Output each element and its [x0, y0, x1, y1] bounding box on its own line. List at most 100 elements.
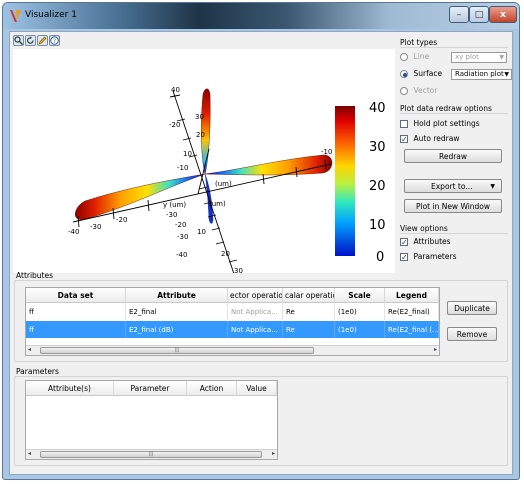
scroll-left-icon[interactable]: ◂ [28, 346, 31, 353]
surface-radio-row[interactable]: Surface [400, 69, 442, 78]
column-header[interactable]: Data set [26, 288, 126, 303]
colorbar-tick: 30 [369, 140, 386, 155]
table-cell: ff [26, 321, 126, 338]
auto-redraw-row[interactable]: ✓ Auto redraw [400, 134, 459, 143]
tick-label: 10 [183, 150, 192, 158]
view-attributes-label: Attributes [413, 237, 451, 246]
rotate-icon [27, 36, 34, 44]
line-type-value: xy plot [455, 53, 479, 61]
auto-redraw-checkbox[interactable]: ✓ [400, 134, 408, 143]
tick-label: -10 [177, 164, 188, 172]
tick-label: -20 [175, 221, 186, 229]
line-radio-label: Line [413, 52, 430, 61]
colorbar-tick: 20 [369, 179, 386, 194]
surface-radio[interactable] [400, 69, 408, 78]
export-button-label: Export to... [431, 181, 473, 191]
table-row[interactable]: ff E2_final Not Applica... Re (1e0) Re(E… [26, 303, 439, 320]
tick-label: -40 [68, 228, 79, 236]
column-header[interactable]: Attribute [126, 288, 228, 303]
remove-button-label: Remove [456, 329, 488, 339]
column-header[interactable]: Value [237, 381, 277, 396]
column-header[interactable]: Action [187, 381, 237, 396]
column-header[interactable]: Parameter [114, 381, 187, 396]
column-header[interactable]: Legend [385, 288, 439, 303]
close-button[interactable]: x [489, 6, 517, 23]
hold-settings-checkbox[interactable] [400, 119, 408, 128]
scroll-right-icon[interactable]: ▸ [434, 346, 437, 353]
line-radio-row[interactable]: Line [400, 52, 429, 61]
divider [400, 47, 508, 48]
scroll-left-icon[interactable]: ◂ [28, 450, 31, 457]
parameters-table[interactable]: Attribute(s) Parameter Action Value ◂ ||… [25, 380, 278, 460]
hold-settings-row[interactable]: Hold plot settings [400, 119, 480, 128]
plot-toolbar: ? [13, 35, 60, 46]
redraw-button[interactable]: Redraw [404, 149, 502, 163]
help-tool-button[interactable]: ? [49, 35, 60, 46]
client-area: ? 40 30 20 10 -10 -20 -30 -40 -20 -30 -4… [9, 31, 513, 475]
plot-types-heading: Plot types [400, 38, 438, 47]
tick-label: 20 [196, 131, 205, 139]
parameters-heading: Parameters [16, 367, 59, 376]
view-options-heading: View options [400, 224, 448, 233]
close-icon: x [500, 9, 506, 20]
export-button[interactable]: Export to... ▼ [404, 179, 502, 193]
pencil-icon [38, 36, 47, 45]
column-header[interactable]: ector operatio [228, 288, 283, 303]
column-header[interactable]: Attribute(s) [26, 381, 114, 396]
surface-type-value: Radiation plot [455, 70, 504, 78]
scroll-thumb[interactable]: ||| [40, 347, 314, 354]
auto-redraw-label: Auto redraw [413, 134, 460, 143]
view-parameters-checkbox[interactable]: ✓ [400, 252, 408, 261]
view-attributes-checkbox[interactable]: ✓ [400, 237, 408, 246]
duplicate-button[interactable]: Duplicate [447, 301, 497, 315]
attributes-table[interactable]: Data set Attribute ector operatio calar … [25, 287, 440, 356]
redraw-button-label: Redraw [438, 151, 468, 161]
help-icon: ? [50, 36, 59, 45]
tick-label: -30 [90, 223, 101, 231]
minimize-button[interactable]: – [449, 6, 469, 23]
table-cell: Not Applica... [228, 321, 283, 338]
vector-radio-row[interactable]: Vector [400, 86, 437, 95]
tick-label: 10 [197, 228, 206, 236]
chevron-down-icon: ▼ [504, 71, 509, 78]
scroll-right-icon[interactable]: ▸ [272, 450, 275, 457]
edit-tool-button[interactable] [37, 35, 48, 46]
magnifier-icon [14, 36, 23, 45]
axis-label-y: y (um) [163, 201, 186, 209]
scroll-thumb[interactable]: ||| [40, 451, 262, 458]
vector-radio[interactable] [400, 86, 408, 95]
table-cell: Re [283, 303, 335, 320]
table-cell: E2_final [126, 303, 228, 320]
tick-label: -30 [166, 211, 177, 219]
rotate-tool-button[interactable] [25, 35, 36, 46]
view-parameters-row[interactable]: ✓ Parameters [400, 252, 456, 261]
column-header[interactable]: calar operatio [283, 288, 335, 303]
divider [400, 233, 508, 234]
plot-new-window-label: Plot in New Window [415, 201, 491, 211]
tick-label: 40 [171, 86, 180, 94]
attributes-table-header: Data set Attribute ector operatio calar … [26, 288, 439, 303]
minimize-icon: – [456, 9, 462, 20]
view-parameters-label: Parameters [413, 252, 457, 261]
color-scale-bar [335, 106, 355, 256]
view-attributes-row[interactable]: ✓ Attributes [400, 237, 451, 246]
line-type-combo[interactable]: xy plot ▼ [451, 52, 507, 63]
column-header[interactable]: Scale [335, 288, 385, 303]
plot-canvas[interactable]: 40 30 20 10 -10 -20 -30 -40 -20 -30 -40 … [13, 49, 395, 273]
vector-radio-label: Vector [413, 86, 438, 95]
table-row-selected[interactable]: ff E2_final (dB) Not Applica... Re (1e0)… [26, 321, 439, 338]
surface-type-combo[interactable]: Radiation plot ▼ [451, 69, 512, 80]
surface-radio-label: Surface [413, 69, 443, 78]
line-radio[interactable] [400, 52, 408, 61]
title-bar[interactable]: Visualizer 1 – □ x [3, 3, 519, 29]
attributes-hscrollbar[interactable]: ◂ ||| ▸ [26, 345, 439, 355]
axis-tick-labels: 40 30 20 10 -10 -20 -30 -40 -20 -30 -40 … [68, 86, 332, 273]
parameters-hscrollbar[interactable]: ◂ ||| ▸ [26, 449, 277, 459]
remove-button[interactable]: Remove [447, 327, 497, 341]
zoom-tool-button[interactable] [13, 35, 24, 46]
parameters-table-header: Attribute(s) Parameter Action Value [26, 381, 277, 396]
chevron-down-icon: ▼ [490, 182, 495, 190]
radiation-lobes [75, 88, 333, 224]
maximize-button[interactable]: □ [469, 6, 489, 23]
plot-new-window-button[interactable]: Plot in New Window [404, 199, 502, 213]
